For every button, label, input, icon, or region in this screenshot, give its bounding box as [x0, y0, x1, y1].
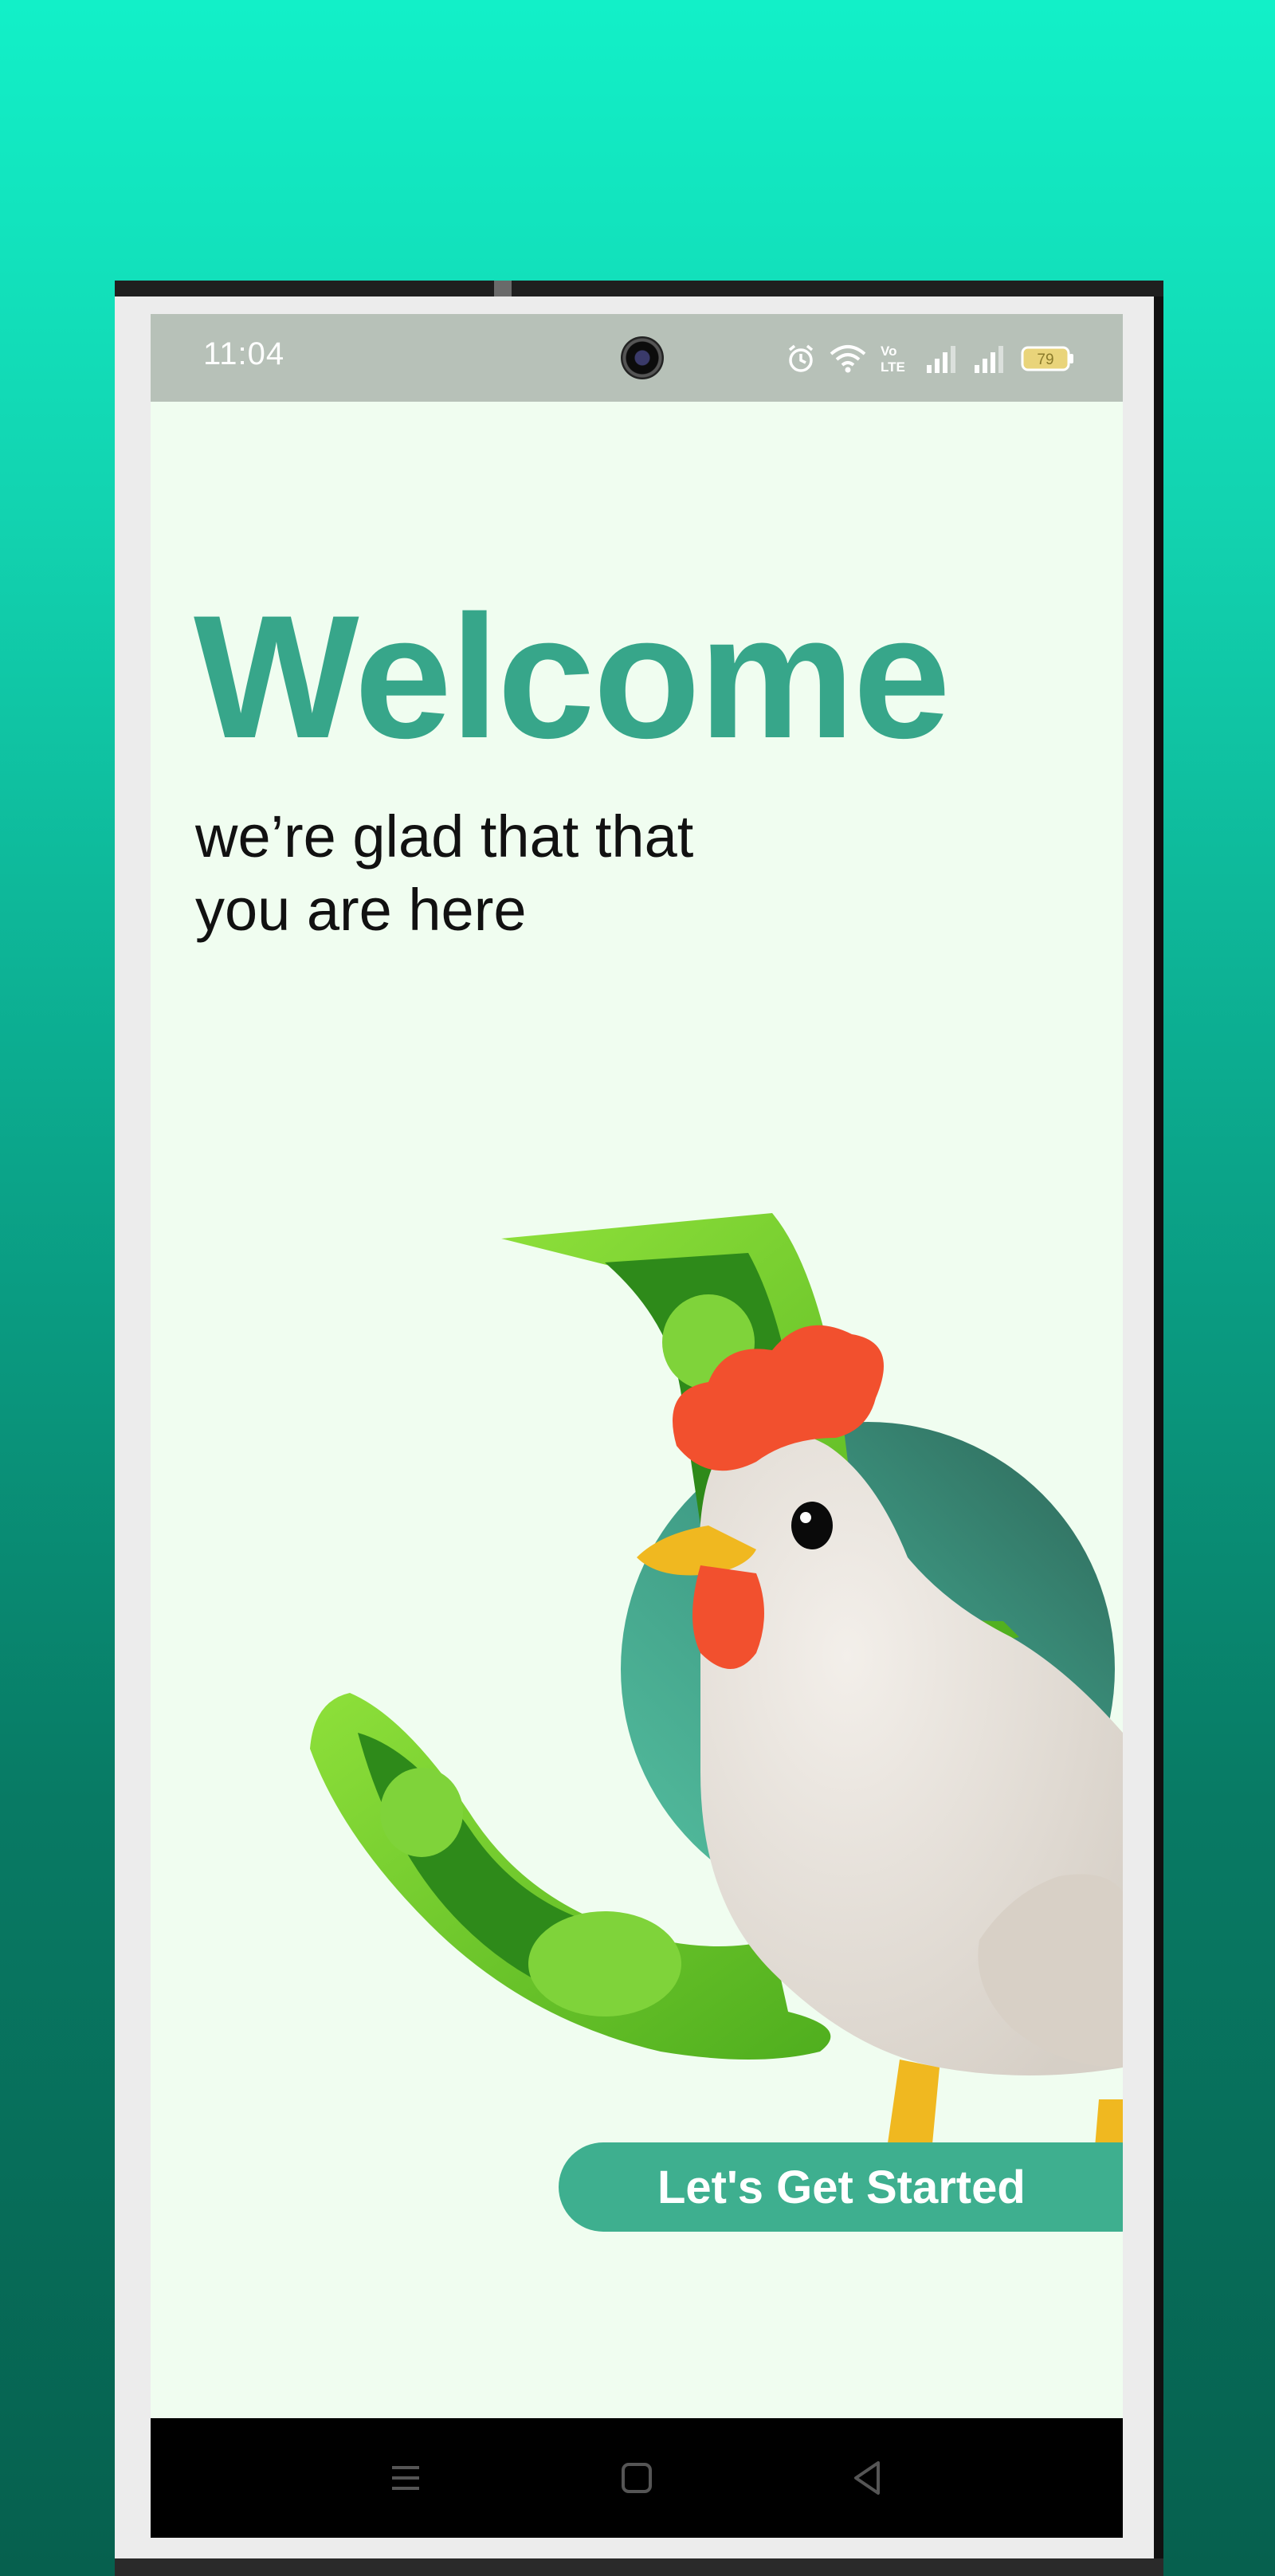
home-icon[interactable] [609, 2450, 665, 2506]
app-screen: 11:04 Vo LTE 79 Welcome we’re glad that … [151, 314, 1123, 2538]
frame-top-notch [494, 281, 512, 296]
system-nav-bar [151, 2418, 1123, 2538]
device-frame: 11:04 Vo LTE 79 Welcome we’re glad that … [115, 281, 1163, 2576]
get-started-button[interactable]: Let's Get Started [559, 2142, 1123, 2232]
frame-bottom-bar [115, 2558, 1163, 2576]
frame-right-rail [1154, 296, 1163, 2576]
back-icon[interactable] [840, 2450, 896, 2506]
frame-top-bar [115, 281, 1163, 296]
recents-icon[interactable] [378, 2450, 434, 2506]
